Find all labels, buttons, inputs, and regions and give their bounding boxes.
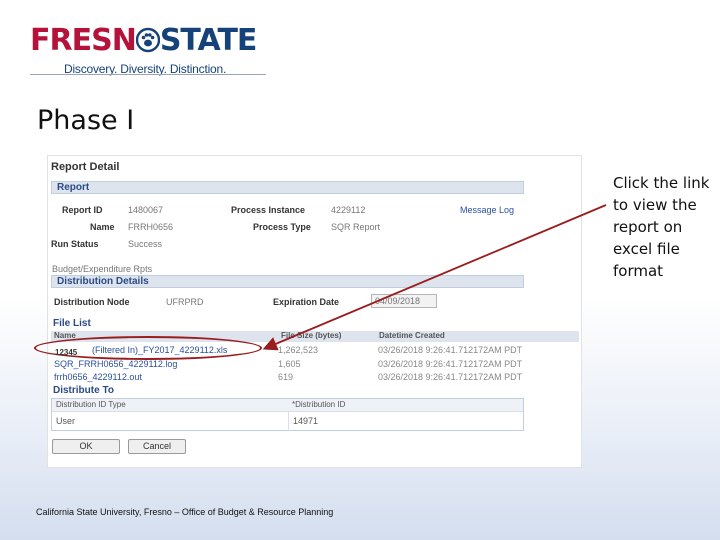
paw-icon <box>135 27 160 53</box>
distribute-to-header: Distribute To <box>53 385 114 396</box>
report-id-value: 1480067 <box>128 205 164 215</box>
distribution-node-label: Distribution Node <box>54 297 130 307</box>
datetime-column: Datetime Created <box>379 331 445 340</box>
distribution-id-value: 14971 <box>293 416 319 426</box>
distribution-node-value: UFRPRD <box>166 297 204 307</box>
ok-button[interactable]: OK <box>52 439 120 454</box>
slide-footer: California State University, Fresno – Of… <box>36 507 334 517</box>
cancel-button[interactable]: Cancel <box>128 439 186 454</box>
logo-word-right: STATE <box>159 23 258 58</box>
file-size-log: 1,605 <box>278 359 301 369</box>
fresno-state-logo: FRESN STATE Discovery. Diversity. Distin… <box>30 24 270 80</box>
report-detail-screenshot: Report Detail Report Report ID 1480067 P… <box>47 155 582 468</box>
process-instance-value: 4229112 <box>331 205 366 215</box>
report-detail-heading: Report Detail <box>51 161 120 173</box>
message-log-link[interactable]: Message Log <box>460 205 514 215</box>
distribution-id-type-value: User <box>56 416 76 426</box>
file-list-header: File List <box>53 318 91 329</box>
distribute-to-column-header: Distribution ID Type *Distribution ID <box>52 399 523 411</box>
slide-title: Phase I <box>37 105 135 136</box>
distribution-details-header: Distribution Details <box>51 275 524 288</box>
file-size-out: 619 <box>278 372 294 382</box>
file-datetime-out: 03/26/2018 9:26:41.712172AM PDT <box>378 372 523 382</box>
file-link-log[interactable]: SQR_FRRH0656_4229112.log <box>54 359 177 369</box>
expiration-date-label: Expiration Date <box>273 297 340 307</box>
run-status-value: Success <box>128 239 163 249</box>
file-datetime-xls: 03/26/2018 9:26:41.712172AM PDT <box>378 345 523 355</box>
process-type-value: SQR Report <box>331 222 381 232</box>
expiration-date-field[interactable]: 04/09/2018 <box>371 294 437 308</box>
file-size-xls: 1,262,523 <box>278 345 319 355</box>
callout-text: Click the link to view the report on exc… <box>613 174 710 280</box>
distribution-id-type-column: Distribution ID Type <box>56 400 126 409</box>
name-label: Name <box>90 222 115 232</box>
file-size-column: File Size (bytes) <box>281 331 342 340</box>
file-datetime-log: 03/26/2018 9:26:41.712172AM PDT <box>378 359 523 369</box>
report-id-label: Report ID <box>62 205 103 215</box>
name-value: FRRH0656 <box>128 222 174 232</box>
logo-divider <box>30 74 266 75</box>
logo-wordmark: FRESN STATE <box>30 23 258 58</box>
redacted-id-label: 12345 <box>55 348 78 357</box>
process-instance-label: Process Instance <box>231 205 306 215</box>
distribute-to-column-divider <box>288 411 289 431</box>
report-section-header: Report <box>51 181 524 194</box>
distribute-to-table: Distribution ID Type *Distribution ID Us… <box>51 398 524 431</box>
file-link-out[interactable]: frrh0656_4229112.out <box>54 372 142 382</box>
run-status-label: Run Status <box>51 239 99 249</box>
report-description: Budget/Expenditure Rpts <box>52 264 153 274</box>
process-type-label: Process Type <box>253 222 311 232</box>
logo-word-left: FRESN <box>30 23 137 58</box>
distribution-id-column: *Distribution ID <box>292 400 346 409</box>
